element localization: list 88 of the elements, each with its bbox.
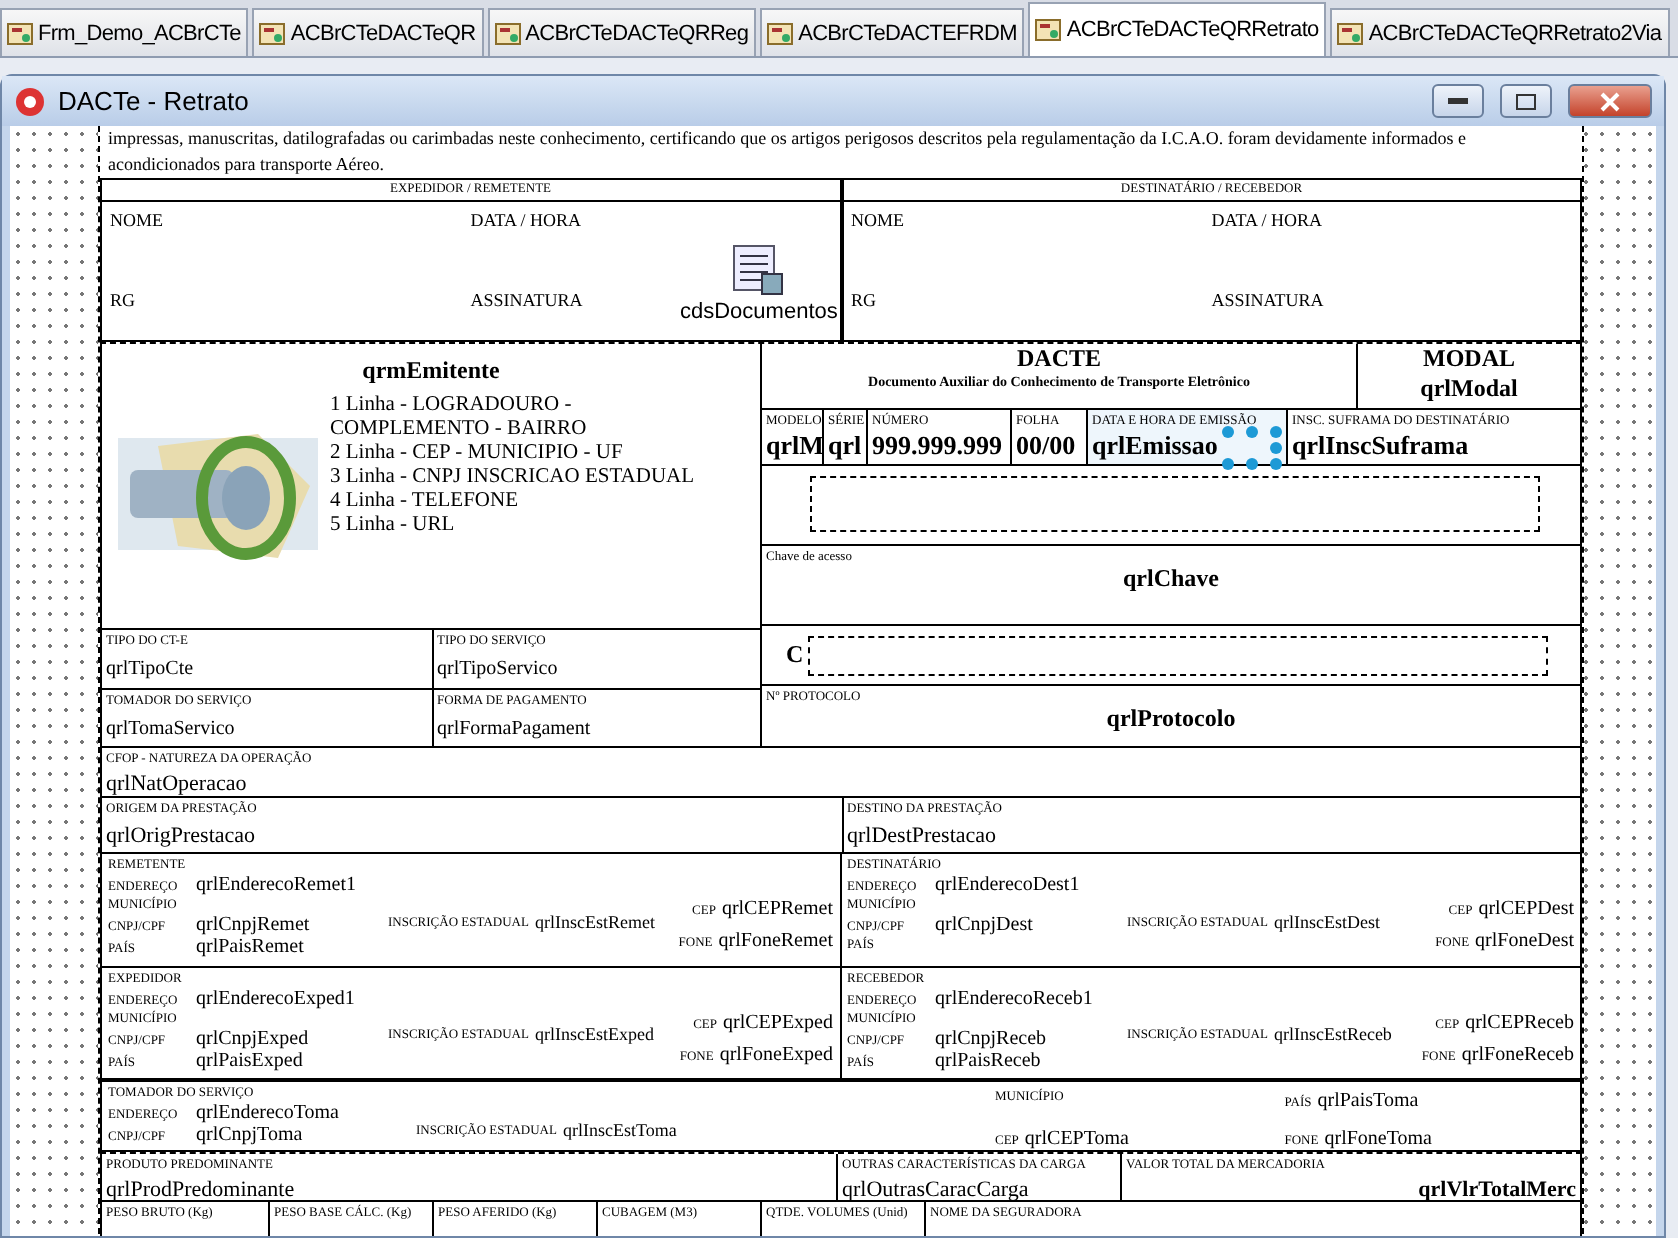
field-value: qrlFoneReceb bbox=[1461, 1042, 1574, 1068]
field-value: qrlChave bbox=[1123, 566, 1219, 592]
field-value: qrlEnderecoToma bbox=[196, 1102, 339, 1124]
field-value: 00/00 bbox=[1016, 430, 1078, 462]
field-value: qrlEnderecoRemet1 bbox=[196, 874, 356, 896]
tab[interactable]: ACBrCTeDACTeQRRetrato2Via bbox=[1330, 8, 1670, 56]
address-line: 5 Linha - URL bbox=[330, 514, 457, 538]
field-value: qrlTomaServico bbox=[106, 716, 237, 742]
field-value: qrlCnpjDest bbox=[935, 914, 1035, 936]
form-icon bbox=[1336, 19, 1365, 47]
field-label: ASSINATURA bbox=[1211, 289, 1324, 313]
field-label: ASSINATURA bbox=[470, 289, 583, 313]
field-value: qrlInscSuframa bbox=[1292, 430, 1471, 462]
field-value: qrlFormaPagament bbox=[437, 716, 593, 742]
field-value: qrlPaisReceb bbox=[935, 1050, 1043, 1072]
emitente-title: qrmEmitente bbox=[362, 356, 500, 386]
field-value: qrlTipoServico bbox=[437, 656, 560, 682]
field-label: MODAL bbox=[1423, 344, 1515, 374]
field-value: qrlProdPredominante bbox=[106, 1178, 297, 1200]
field-label: DATA / HORA bbox=[1211, 210, 1323, 234]
field-label: NOME bbox=[851, 210, 904, 234]
field-value: qrl bbox=[828, 430, 862, 462]
field-value: qrlCEPReceb bbox=[1465, 1010, 1574, 1036]
field-value: qrlNatOperacao bbox=[106, 772, 249, 796]
tab[interactable]: ACBrCTeDACTeQRReg bbox=[487, 8, 757, 56]
form-icon bbox=[6, 19, 34, 47]
maximize-icon bbox=[1516, 93, 1536, 109]
dataset-icon[interactable] bbox=[732, 244, 785, 296]
address-line: 1 Linha - LOGRADOURO - COMPLEMENTO - BAIRRO bbox=[330, 394, 589, 442]
field-value: qrlTipoCte bbox=[106, 656, 196, 682]
field-value: qrlOutrasCaracCarga bbox=[842, 1178, 1031, 1200]
maximize-button[interactable] bbox=[1500, 84, 1552, 118]
close-button[interactable] bbox=[1568, 84, 1652, 118]
field-value: qrlEnderecoDest1 bbox=[935, 874, 1080, 896]
field-value: qrlCEPExped bbox=[723, 1010, 833, 1036]
field-value: qrlInscEstReceb bbox=[1273, 1022, 1392, 1048]
address-line: 4 Linha - TELEFONE bbox=[330, 490, 520, 514]
field-value: qrlVlrTotalMerc bbox=[1416, 1178, 1576, 1200]
field-value: C bbox=[786, 640, 804, 670]
minimize-button[interactable] bbox=[1432, 84, 1484, 118]
window-title: DACTe - Retrato bbox=[58, 86, 251, 116]
tab[interactable]: ACBrCTeDACTEFRDM bbox=[760, 8, 1025, 56]
field-value: qrlCEPDest bbox=[1478, 896, 1574, 922]
field-value: qrlCEPToma bbox=[1024, 1126, 1129, 1152]
field-value: qrlPaisRemet bbox=[196, 936, 306, 958]
document-title: DACTE bbox=[1016, 344, 1101, 374]
close-icon bbox=[1600, 91, 1620, 111]
app-icon bbox=[14, 85, 46, 117]
field-value: qrlDestPrestacao bbox=[847, 824, 999, 850]
field-value: qrlEnderecoExped1 bbox=[196, 988, 355, 1010]
field-value: qrlModal bbox=[1420, 374, 1518, 404]
field-value: qrlFoneDest bbox=[1475, 928, 1574, 954]
field-value: qrlCnpjReceb bbox=[935, 1028, 1049, 1050]
field-value: qrlPaisToma bbox=[1317, 1088, 1419, 1114]
selection-handles-drawing[interactable] bbox=[1222, 426, 1282, 470]
field-label: DATA / HORA bbox=[470, 210, 582, 234]
tab[interactable]: Frm_Demo_ACBrCTe bbox=[0, 8, 249, 56]
field-label: RG bbox=[110, 289, 136, 313]
field-value: qrlInscEstDest bbox=[1273, 909, 1380, 935]
field-value: qrlFoneRemet bbox=[718, 928, 833, 954]
form-icon bbox=[493, 19, 522, 47]
address-line: 3 Linha - CNPJ INSCRICAO ESTADUAL bbox=[330, 466, 697, 490]
field-value: qrlInscEstExped bbox=[534, 1022, 654, 1048]
field-value: qrlInscEstToma bbox=[562, 1117, 677, 1143]
tab[interactable]: ACBrCTeDACTeQR bbox=[252, 8, 484, 56]
address-line: 2 Linha - CEP - MUNICIPIO - UF bbox=[330, 442, 625, 466]
component-label: cdsDocumentos bbox=[680, 300, 838, 324]
field-value: qrlCEPRemet bbox=[721, 896, 833, 922]
field-value: qrlCnpjToma bbox=[196, 1124, 305, 1146]
field-label: NOME bbox=[110, 210, 163, 234]
form-icon bbox=[258, 19, 287, 47]
field-value: qrlEnderecoReceb1 bbox=[935, 988, 1093, 1010]
field-value: qrlFoneToma bbox=[1324, 1126, 1432, 1152]
field-value: 999.999.999 bbox=[872, 430, 1004, 462]
tab[interactable]: ACBrCTeDACTeQRRetrato bbox=[1028, 2, 1327, 56]
field-value: qrlPaisExped bbox=[196, 1050, 305, 1072]
form-icon bbox=[766, 19, 795, 47]
form-icon bbox=[1034, 16, 1063, 44]
field-label: RG bbox=[851, 289, 877, 313]
field-value: qrlProtocolo bbox=[1106, 706, 1236, 732]
field-value: qrlFoneExped bbox=[719, 1042, 833, 1068]
field-value: qrlOrigPrestacao bbox=[106, 824, 258, 850]
field-value: qrlCnpjRemet bbox=[196, 914, 312, 936]
notice-text: impressas, manuscritas, datilografadas ou carimbadas neste conhecimento, certificando que os artigos perigosos descritos pela regulamentação da I.C.A.O. foram devidamente informados e acondicionados para transporte Aéreo. bbox=[100, 126, 1582, 180]
field-value: qrlInscEstRemet bbox=[534, 909, 655, 935]
field-value: qrlEmissao bbox=[1092, 430, 1218, 462]
minimize-icon bbox=[1448, 97, 1468, 105]
field-value: qrlCnpjExped bbox=[196, 1028, 311, 1050]
